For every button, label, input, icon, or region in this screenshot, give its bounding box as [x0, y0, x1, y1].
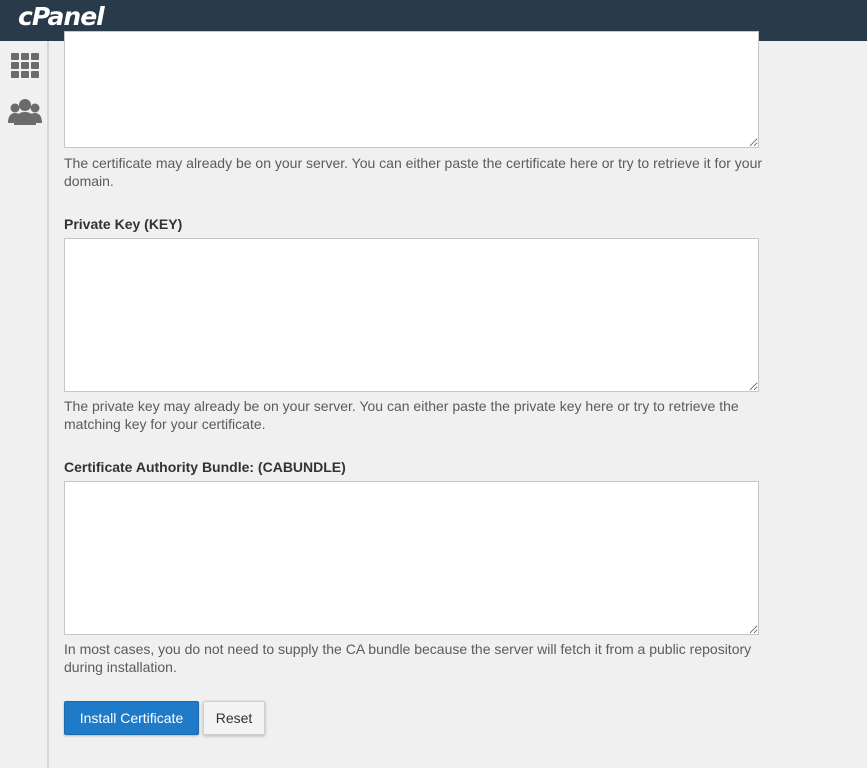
- private-key-help-text: The private key may already be on your s…: [64, 398, 739, 432]
- reset-button[interactable]: Reset: [203, 701, 265, 735]
- private-key-label: Private Key (KEY): [64, 216, 183, 232]
- users-icon[interactable]: [8, 97, 42, 127]
- certificate-help-text: The certificate may already be on your s…: [64, 155, 763, 189]
- cpanel-logo[interactable]: cPanel: [18, 2, 105, 31]
- private-key-textarea[interactable]: [64, 238, 759, 392]
- cabundle-textarea[interactable]: [64, 481, 759, 635]
- main-content: The certificate may already be on your s…: [49, 31, 867, 768]
- cabundle-help-text: In most cases, you do not need to supply…: [64, 641, 752, 675]
- install-certificate-button[interactable]: Install Certificate: [64, 701, 199, 735]
- grid-icon[interactable]: [8, 51, 42, 81]
- sidebar: [0, 41, 49, 768]
- certificate-textarea[interactable]: [64, 31, 759, 148]
- cabundle-label: Certificate Authority Bundle: (CABUNDLE): [64, 459, 346, 475]
